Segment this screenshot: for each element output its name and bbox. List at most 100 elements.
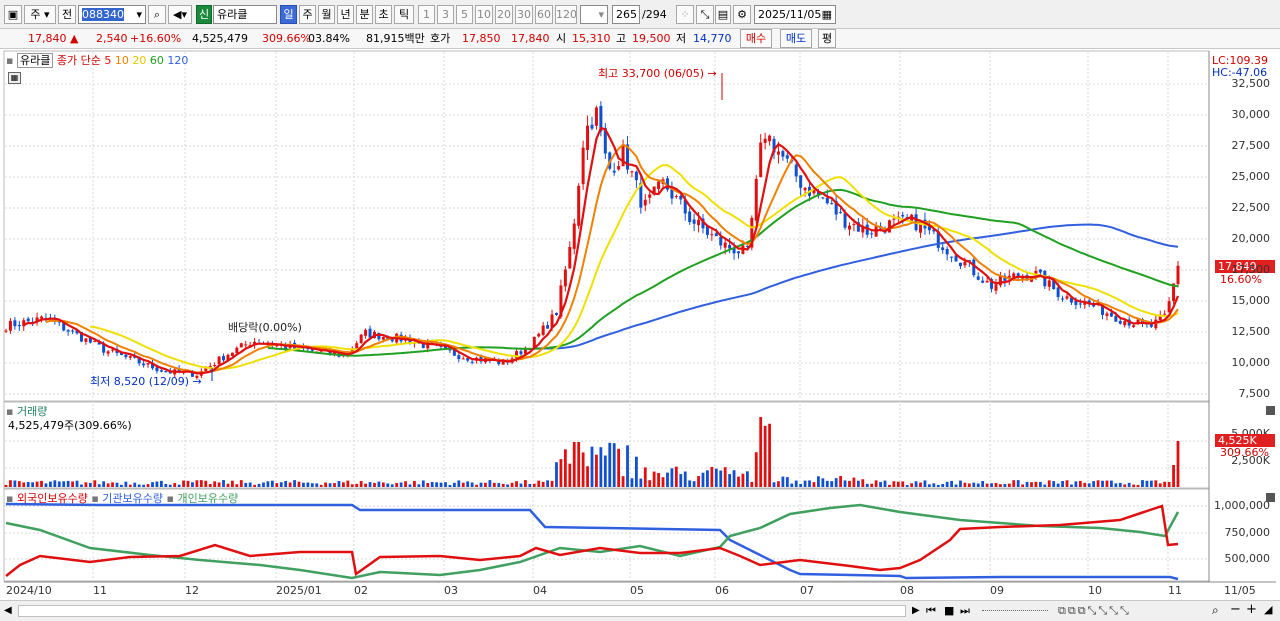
volume-bar xyxy=(701,472,705,487)
xtick-10: 10 xyxy=(1088,584,1102,597)
candle-body xyxy=(563,269,567,287)
volume-bar xyxy=(852,477,856,487)
volume-bar xyxy=(253,484,257,487)
volume-bar xyxy=(266,481,270,487)
zoom-slider[interactable] xyxy=(982,610,1048,613)
panel-icon: ▪ xyxy=(6,492,14,505)
volume-bar xyxy=(1012,480,1016,487)
volume-bar xyxy=(1096,480,1100,487)
candle-body xyxy=(40,316,44,319)
volume-bar xyxy=(648,480,652,487)
volume-bar xyxy=(231,480,234,487)
volume-bar xyxy=(612,443,616,487)
chart-canvas[interactable] xyxy=(0,0,1280,621)
volume-bar xyxy=(262,482,265,487)
volume-bar xyxy=(1007,483,1011,487)
volume-bar xyxy=(1047,480,1051,487)
volume-bar xyxy=(1145,480,1149,487)
volume-bar xyxy=(932,483,936,487)
dividend-marker: 배당락(0.00%) xyxy=(228,321,302,334)
volume-bar xyxy=(901,481,905,487)
volume-bar xyxy=(794,480,798,487)
candle-body xyxy=(213,365,217,367)
volume-bar xyxy=(892,481,896,487)
candle-body xyxy=(759,142,763,177)
volume-bar xyxy=(444,482,447,487)
candle-body xyxy=(461,358,465,360)
volume-bar xyxy=(310,483,314,487)
nav-first-icon[interactable]: ⏮ xyxy=(926,604,936,618)
candle-body xyxy=(643,199,647,206)
volume-bar xyxy=(737,476,740,487)
volume-bar xyxy=(159,480,163,487)
volume-bar xyxy=(808,480,811,487)
volume-bar xyxy=(208,484,212,487)
volume-bar xyxy=(861,479,865,487)
volume-bar xyxy=(390,484,394,487)
volume-bar xyxy=(856,480,860,487)
volume-bar xyxy=(972,482,976,487)
candle-body xyxy=(142,363,146,366)
volume-bar xyxy=(763,425,767,487)
volume-bar xyxy=(994,482,998,487)
zoom-search-icon[interactable]: ⌕ xyxy=(1212,603,1219,618)
volume-bar xyxy=(235,484,239,487)
zoom-out-icon[interactable]: − xyxy=(1230,602,1241,617)
institution-line xyxy=(5,502,1179,581)
volume-bar xyxy=(785,477,789,487)
low-marker: 최저 8,520 (12/09) → xyxy=(90,375,202,388)
candle-body xyxy=(470,361,474,363)
ma10-label: 10 xyxy=(114,54,129,67)
holder-close-icon[interactable] xyxy=(1266,493,1275,502)
volume-bar xyxy=(515,481,518,487)
candle-body xyxy=(963,261,967,266)
holder-ytick-2: 500,000 xyxy=(1224,552,1271,565)
price-ytick-7: 15,000 xyxy=(1231,294,1271,307)
xtick-07: 07 xyxy=(800,584,814,597)
scroll-right-arrow[interactable]: ▶ xyxy=(912,605,920,616)
volume-bar xyxy=(115,482,119,487)
scroll-left-arrow[interactable]: ◀ xyxy=(4,605,12,616)
candle-body xyxy=(537,333,541,337)
volume-bar xyxy=(896,481,900,487)
candle-body xyxy=(958,262,962,267)
volume-bar xyxy=(634,456,638,487)
volume-bar xyxy=(408,484,412,487)
tool-icons[interactable]: ⧉⧉⧉⤡⤡⤡⤡ xyxy=(1058,604,1131,618)
candle-body xyxy=(239,343,243,348)
candle-body xyxy=(1078,303,1082,305)
volume-bar xyxy=(790,483,794,487)
volume-bar xyxy=(595,454,598,487)
volume-bar xyxy=(306,482,310,487)
volume-bar xyxy=(710,466,714,487)
volume-close-icon[interactable] xyxy=(1266,406,1275,415)
volume-bar xyxy=(1127,482,1131,487)
table-toggle-icon[interactable]: ▦ xyxy=(8,72,21,84)
nav-last-icon[interactable]: ⏭ xyxy=(960,604,970,618)
volume-bar xyxy=(719,470,723,487)
xtick-03: 03 xyxy=(444,584,458,597)
volume-bar xyxy=(1056,483,1060,487)
volume-bar xyxy=(674,466,678,487)
volume-bar xyxy=(488,480,492,487)
volume-bar xyxy=(657,472,660,487)
resize-icon[interactable]: ◢ xyxy=(1264,603,1272,616)
volume-bar xyxy=(293,480,296,487)
volume-bar xyxy=(31,482,35,487)
volume-bar xyxy=(945,481,949,487)
nav-stop-icon[interactable]: ■ xyxy=(944,604,954,617)
price-ytick-4: 22,500 xyxy=(1231,201,1271,214)
horizontal-scrollbar[interactable] xyxy=(18,605,906,617)
volume-bar xyxy=(923,480,927,487)
volume-bar xyxy=(395,482,399,487)
volume-bar xyxy=(404,481,407,487)
volume-bar xyxy=(26,482,30,487)
candle-body xyxy=(1176,265,1180,285)
volume-bar xyxy=(888,484,891,487)
xtick-08: 08 xyxy=(900,584,914,597)
volume-bar xyxy=(1149,480,1153,487)
volume-bar xyxy=(777,481,780,487)
zoom-in-icon[interactable]: + xyxy=(1246,602,1257,617)
panel-icon: ▪ xyxy=(6,54,14,67)
volume-bar xyxy=(173,483,177,487)
